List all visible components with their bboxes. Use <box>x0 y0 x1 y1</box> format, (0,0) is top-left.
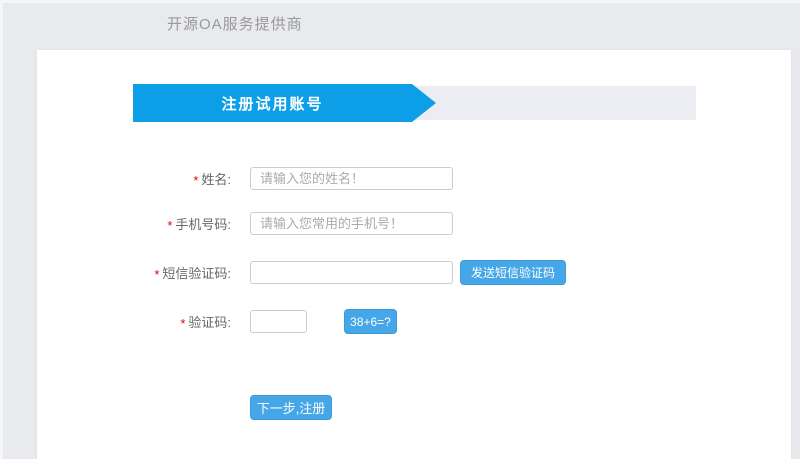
registration-card: 注册试用账号 *姓名: *手机号码: *短信验证码: 发送短信验证码 *验证码:… <box>37 50 791 459</box>
send-sms-code-button[interactable]: 发送短信验证码 <box>460 260 567 285</box>
required-asterisk: * <box>154 267 160 282</box>
site-header: 开源OA服务提供商 <box>0 0 800 45</box>
sms-code-field-row: * 短信验证码: 发送短信验证码 <box>77 260 567 285</box>
required-asterisk: * <box>180 316 186 331</box>
captcha-input[interactable] <box>250 310 307 333</box>
phone-field-row: * 手机号码: <box>77 211 453 236</box>
required-asterisk: * <box>193 173 199 188</box>
next-step-register-button[interactable]: 下一步,注册 <box>250 395 332 420</box>
phone-label: * 手机号码: <box>167 217 231 233</box>
name-input[interactable] <box>250 167 453 190</box>
banner-arrow: 注册试用账号 <box>133 84 436 122</box>
phone-input[interactable] <box>250 212 453 235</box>
page-title: 注册试用账号 <box>221 95 324 113</box>
name-label: * 姓名: <box>193 172 231 188</box>
brand-title: 开源OA服务提供商 <box>167 16 303 33</box>
banner-arrow-tip <box>412 84 436 122</box>
name-field-row: * 姓名: <box>77 166 453 191</box>
page-left-edge <box>0 0 3 459</box>
captcha-question-button[interactable]: 38+6=? <box>344 309 397 334</box>
captcha-field-row: * 验证码: 38+6=? <box>77 309 397 334</box>
captcha-label: * 验证码: <box>180 315 231 331</box>
sms-code-label: * 短信验证码: <box>154 266 231 282</box>
sms-code-input[interactable] <box>250 261 453 284</box>
required-asterisk: * <box>167 218 173 233</box>
submit-row: 下一步,注册 <box>250 395 332 420</box>
